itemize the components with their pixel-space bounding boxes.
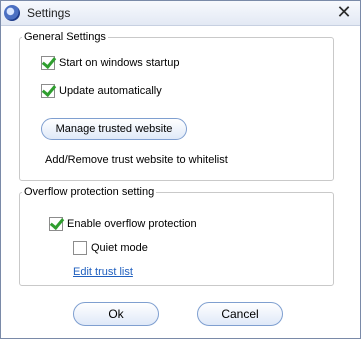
ok-button[interactable]: Ok <box>73 302 159 326</box>
startup-checkbox[interactable] <box>41 56 55 70</box>
cancel-button[interactable]: Cancel <box>197 302 283 326</box>
autoupdate-checkbox[interactable] <box>41 84 55 98</box>
startup-label: Start on windows startup <box>59 57 180 69</box>
quiet-mode-label: Quiet mode <box>91 242 148 254</box>
close-icon[interactable]: ✕ <box>334 3 354 23</box>
window-title: Settings <box>27 6 71 20</box>
autoupdate-label: Update automatically <box>59 85 162 97</box>
quiet-mode-option[interactable]: Quiet mode <box>73 241 148 255</box>
enable-overflow-option[interactable]: Enable overflow protection <box>49 217 197 231</box>
autoupdate-option[interactable]: Update automatically <box>41 84 162 98</box>
manage-trusted-website-button[interactable]: Manage trusted website <box>41 118 187 140</box>
settings-dialog: Settings ✕ General Settings Start on win… <box>0 0 361 339</box>
whitelist-hint: Add/Remove trust website to whitelist <box>45 154 228 166</box>
enable-overflow-label: Enable overflow protection <box>67 218 197 230</box>
overflow-protection-group: Overflow protection setting <box>19 186 334 286</box>
title-bar: Settings ✕ <box>1 1 360 26</box>
quiet-mode-checkbox[interactable] <box>73 241 87 255</box>
enable-overflow-checkbox[interactable] <box>49 217 63 231</box>
overflow-protection-legend: Overflow protection setting <box>24 186 155 198</box>
edit-trust-list-link[interactable]: Edit trust list <box>73 266 133 278</box>
general-settings-legend: General Settings <box>24 31 106 43</box>
app-globe-icon <box>4 5 20 21</box>
startup-option[interactable]: Start on windows startup <box>41 56 179 70</box>
